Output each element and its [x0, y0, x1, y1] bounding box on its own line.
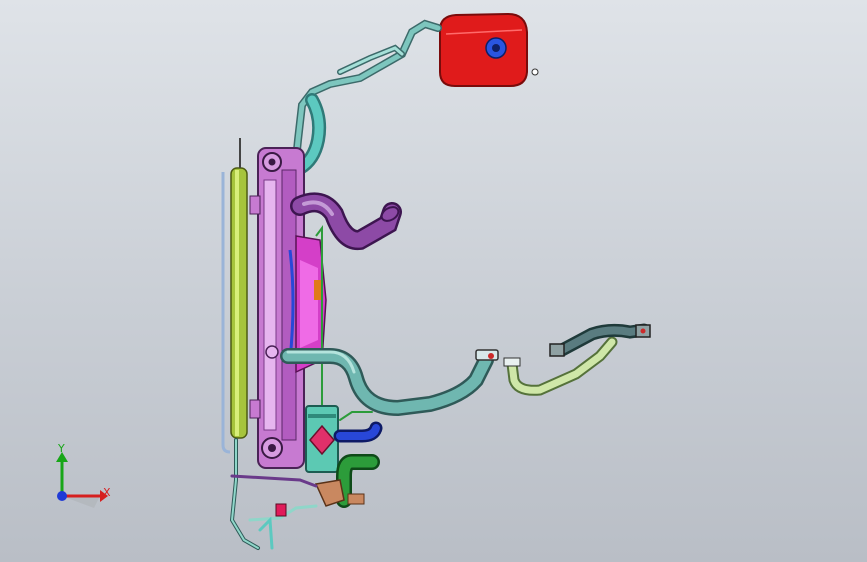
cad-viewport[interactable]: X Y [0, 0, 867, 562]
axis-triad [56, 452, 108, 508]
radiator-side-rod[interactable] [221, 138, 248, 454]
expansion-tank[interactable] [439, 12, 539, 87]
z-axis-icon [57, 491, 67, 501]
upper-radiator-hose[interactable] [290, 192, 402, 251]
coolant-junction-box[interactable] [305, 405, 339, 473]
tank-bolt-icon [531, 68, 539, 76]
axis-label-x: X [103, 486, 111, 499]
blue-bypass-hose[interactable] [333, 421, 383, 443]
copper-bracket[interactable] [314, 479, 365, 507]
axis-label-y: Y [58, 442, 65, 455]
lower-radiator-hose[interactable] [280, 348, 499, 417]
tank-upper-hose[interactable] [292, 19, 442, 175]
assembly-model[interactable] [0, 0, 867, 562]
